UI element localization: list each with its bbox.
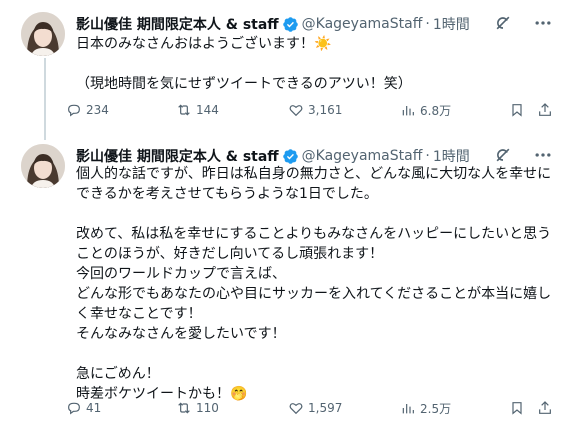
- bookmark-button[interactable]: [509, 102, 525, 118]
- like-icon: [289, 105, 303, 117]
- reply-count: 41: [86, 401, 102, 415]
- reply-icon: [68, 104, 80, 117]
- tweet-text-line: 個人的な話ですが、昨日は私自身の無力さと、どんな風に大切な人を幸せに: [76, 166, 552, 182]
- tweet-text-line: 今回のワールドカップで言えば、: [76, 266, 286, 282]
- share-button[interactable]: [537, 102, 553, 118]
- retweet-button[interactable]: 144: [176, 102, 219, 118]
- separator-dot: ·: [425, 148, 430, 164]
- tweet-text-line: できるかを考えさせてもらうような1日でした。: [76, 186, 378, 202]
- tweet-text-line: そんなみなさんを愛したいです！: [76, 326, 286, 342]
- reply-icon: [68, 402, 80, 415]
- display-name[interactable]: 影山優佳 期間限定本人 & staff: [76, 14, 279, 34]
- tweet-text-line: く幸せなことです！: [76, 306, 202, 322]
- tweet-text-line: [76, 54, 545, 74]
- tweet-text: 日本のみなさんおはようございます！☀️ （現地時間を気にせずツイートできるのアツ…: [76, 34, 545, 94]
- tweet[interactable]: 影山優佳 期間限定本人 & staff @KageyamaStaff · 1時間…: [0, 0, 565, 130]
- handle[interactable]: @KageyamaStaff: [302, 148, 423, 164]
- tweet-text-line: どんな形でもあなたの心や目にサッカーを入れてくださることが本当に嬉し: [76, 286, 552, 302]
- share-icon: [539, 401, 551, 414]
- retweet-button[interactable]: 110: [176, 400, 219, 416]
- share-button[interactable]: [537, 400, 553, 416]
- reply-count: 234: [86, 103, 109, 117]
- reply-button[interactable]: 234: [66, 102, 109, 118]
- views-count: 6.8万: [420, 103, 452, 118]
- views-count: 2.5万: [420, 401, 452, 416]
- share-icon: [539, 103, 551, 116]
- bookmark-icon: [512, 104, 522, 117]
- retweet-icon: [178, 104, 190, 116]
- tweet-text: 個人的な話ですが、昨日は私自身の無力さと、どんな風に大切な人を幸せに できるかを…: [76, 164, 552, 404]
- verified-badge-icon: [282, 148, 299, 165]
- display-name[interactable]: 影山優佳 期間限定本人 & staff: [76, 146, 279, 166]
- views-button[interactable]: 6.8万: [400, 102, 451, 119]
- tweet-actions: 234 144 3,161 6.8万: [66, 100, 553, 120]
- timestamp[interactable]: 1時間: [433, 14, 470, 34]
- separator-dot: ·: [425, 16, 430, 32]
- tweet-text-line: （現地時間を気にせずツイートできるのアツい！笑）: [76, 76, 412, 92]
- tweet-text-line: 改めて、私は私を幸せにすることよりもみなさんをハッピーにしたいと思う: [76, 226, 552, 242]
- retweet-count: 110: [196, 401, 219, 415]
- bookmark-icon: [512, 402, 522, 415]
- like-icon: [289, 403, 303, 415]
- handle[interactable]: @KageyamaStaff: [302, 16, 423, 32]
- tweet-text-line: 急にごめん！: [76, 366, 160, 382]
- avatar[interactable]: [21, 144, 65, 188]
- views-icon: [402, 106, 414, 116]
- reply-button[interactable]: 41: [66, 400, 101, 416]
- tweet-text-line: 日本のみなさんおはようございます！☀️: [76, 36, 332, 52]
- like-button[interactable]: 3,161: [288, 102, 342, 118]
- like-count: 1,597: [308, 401, 343, 415]
- tweet-header: 影山優佳 期間限定本人 & staff @KageyamaStaff · 1時間: [76, 14, 553, 34]
- tweet-actions: 41 110 1,597 2.5万: [66, 398, 553, 418]
- views-icon: [402, 404, 414, 414]
- tweet-text-line: [76, 344, 545, 364]
- tweet-header: 影山優佳 期間限定本人 & staff @KageyamaStaff · 1時間: [76, 146, 553, 166]
- tweet-text-line: ことのほうが、好きだし向いてるし頑張れます！: [76, 246, 384, 262]
- views-button[interactable]: 2.5万: [400, 400, 451, 417]
- tweet[interactable]: 影山優佳 期間限定本人 & staff @KageyamaStaff · 1時間…: [0, 132, 565, 430]
- retweet-count: 144: [196, 103, 219, 117]
- verified-badge-icon: [282, 16, 299, 33]
- timestamp[interactable]: 1時間: [433, 146, 470, 166]
- retweet-icon: [178, 402, 190, 414]
- like-button[interactable]: 1,597: [288, 400, 342, 416]
- avatar[interactable]: [21, 12, 65, 56]
- tweet-text-line: [76, 204, 545, 224]
- bookmark-button[interactable]: [509, 400, 525, 416]
- like-count: 3,161: [308, 103, 343, 117]
